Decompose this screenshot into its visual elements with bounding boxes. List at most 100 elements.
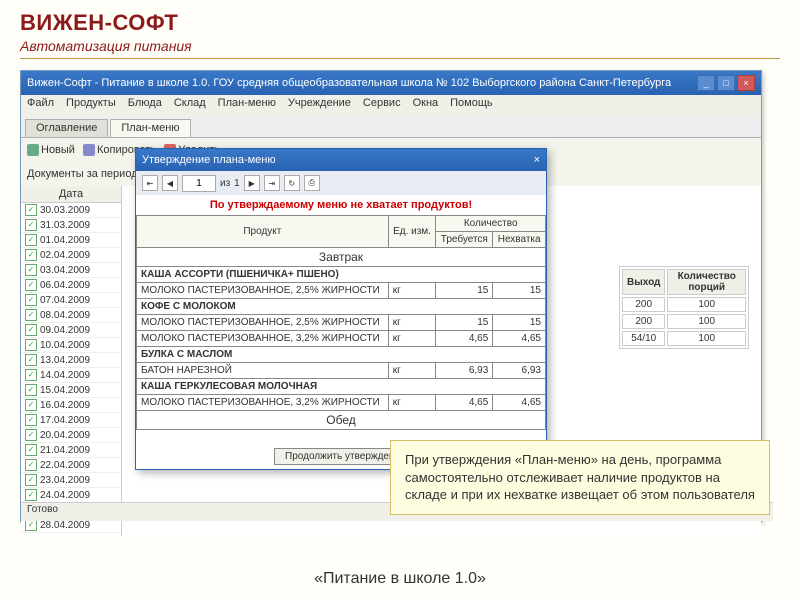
check-icon: ✓ [25, 459, 37, 471]
date-row[interactable]: ✓22.04.2009 [21, 458, 121, 473]
date-row[interactable]: ✓07.04.2009 [21, 293, 121, 308]
check-icon: ✓ [25, 444, 37, 456]
dialog-nav: ⇤ ◀ из 1 ▶ ⇥ ↻ ⎙ [136, 171, 546, 195]
print-icon[interactable]: ⎙ [304, 175, 320, 191]
date-row[interactable]: ✓30.03.2009 [21, 203, 121, 218]
check-icon: ✓ [25, 249, 37, 261]
menu-windows[interactable]: Окна [413, 97, 439, 115]
dialog-close-icon[interactable]: × [534, 154, 540, 166]
dialog-title: Утверждение плана-меню [142, 154, 276, 166]
col-required: Требуется [436, 232, 493, 248]
menu-warehouse[interactable]: Склад [174, 97, 206, 115]
date-row[interactable]: ✓03.04.2009 [21, 263, 121, 278]
info-callout: При утверждения «План-меню» на день, про… [390, 440, 770, 515]
col-output: Выход [622, 269, 665, 295]
close-icon[interactable]: × [737, 75, 755, 91]
copy-icon [83, 144, 95, 156]
divider [20, 58, 780, 59]
refresh-icon[interactable]: ↻ [284, 175, 300, 191]
date-row[interactable]: ✓08.04.2009 [21, 308, 121, 323]
check-icon: ✓ [25, 339, 37, 351]
table-row: КАША ГЕРКУЛЕСОВАЯ МОЛОЧНАЯ [137, 379, 546, 395]
dialog-table: Продукт Ед. изм. Количество Требуется Не… [136, 215, 546, 430]
menu-plan[interactable]: План-меню [218, 97, 276, 115]
maximize-icon[interactable]: □ [717, 75, 735, 91]
check-icon: ✓ [25, 354, 37, 366]
col-unit: Ед. изм. [388, 216, 436, 248]
new-button[interactable]: Новый [27, 144, 75, 156]
col-shortage: Нехватка [493, 232, 546, 248]
brand-subtitle: Автоматизация питания [0, 38, 800, 58]
last-page-icon[interactable]: ⇥ [264, 175, 280, 191]
check-icon: ✓ [25, 399, 37, 411]
date-row[interactable]: ✓15.04.2009 [21, 383, 121, 398]
menu-institution[interactable]: Учреждение [288, 97, 351, 115]
tab-contents[interactable]: Оглавление [25, 119, 108, 137]
period-label: Документы за период с: [27, 168, 149, 180]
date-header: Дата [21, 186, 121, 203]
table-row: КОФЕ С МОЛОКОМ [137, 299, 546, 315]
date-row[interactable]: ✓10.04.2009 [21, 338, 121, 353]
brand-title: ВИЖЕН-СОФТ [0, 0, 800, 38]
table-row: 54/10100 [622, 331, 746, 346]
of-label: из [220, 178, 230, 189]
table-row: МОЛОКО ПАСТЕРИЗОВАННОЕ, 3,2% ЖИРНОСТИкг4… [137, 331, 546, 347]
footer-text: «Питание в школе 1.0» [0, 570, 800, 588]
menu-dishes[interactable]: Блюда [128, 97, 162, 115]
meal-breakfast: Завтрак [137, 248, 546, 267]
summary-table: ВыходКоличество порций 200100 200100 54/… [619, 266, 749, 349]
col-portions: Количество порций [667, 269, 746, 295]
tab-plan-menu[interactable]: План-меню [110, 119, 190, 137]
check-icon: ✓ [25, 489, 37, 501]
check-icon: ✓ [25, 369, 37, 381]
titlebar: Вижен-Софт - Питание в школе 1.0. ГОУ ср… [21, 71, 761, 95]
date-row[interactable]: ✓31.03.2009 [21, 218, 121, 233]
menu-service[interactable]: Сервис [363, 97, 401, 115]
table-row: 200100 [622, 314, 746, 329]
table-row: 200100 [622, 297, 746, 312]
approve-dialog: Утверждение плана-меню × ⇤ ◀ из 1 ▶ ⇥ ↻ … [135, 148, 547, 470]
menu-products[interactable]: Продукты [66, 97, 116, 115]
date-row[interactable]: ✓21.04.2009 [21, 443, 121, 458]
table-row: БУЛКА С МАСЛОМ [137, 347, 546, 363]
date-row[interactable]: ✓09.04.2009 [21, 323, 121, 338]
meal-lunch: Обед [137, 411, 546, 430]
next-page-icon[interactable]: ▶ [244, 175, 260, 191]
date-row[interactable]: ✓02.04.2009 [21, 248, 121, 263]
check-icon: ✓ [25, 234, 37, 246]
check-icon: ✓ [25, 414, 37, 426]
window-title: Вижен-Софт - Питание в школе 1.0. ГОУ ср… [27, 77, 671, 89]
check-icon: ✓ [25, 429, 37, 441]
col-qty: Количество [436, 216, 546, 232]
check-icon: ✓ [25, 384, 37, 396]
date-row[interactable]: ✓20.04.2009 [21, 428, 121, 443]
date-row[interactable]: ✓16.04.2009 [21, 398, 121, 413]
menu-help[interactable]: Помощь [450, 97, 493, 115]
check-icon: ✓ [25, 309, 37, 321]
col-product: Продукт [137, 216, 389, 248]
check-icon: ✓ [25, 219, 37, 231]
page-input[interactable] [182, 175, 216, 192]
menubar: Файл Продукты Блюда Склад План-меню Учре… [21, 95, 761, 117]
date-row[interactable]: ✓17.04.2009 [21, 413, 121, 428]
date-row[interactable]: ✓14.04.2009 [21, 368, 121, 383]
page-total: 1 [234, 178, 240, 189]
check-icon: ✓ [25, 474, 37, 486]
date-row[interactable]: ✓13.04.2009 [21, 353, 121, 368]
first-page-icon[interactable]: ⇤ [142, 175, 158, 191]
prev-page-icon[interactable]: ◀ [162, 175, 178, 191]
warning-text: По утверждаемому меню не хватает продукт… [136, 195, 546, 215]
check-icon: ✓ [25, 264, 37, 276]
menu-file[interactable]: Файл [27, 97, 54, 115]
table-row: БАТОН НАРЕЗНОЙкг6,936,93 [137, 363, 546, 379]
date-row[interactable]: ✓01.04.2009 [21, 233, 121, 248]
date-row[interactable]: ✓24.04.2009 [21, 488, 121, 503]
new-icon [27, 144, 39, 156]
minimize-icon[interactable]: _ [697, 75, 715, 91]
check-icon: ✓ [25, 324, 37, 336]
date-row[interactable]: ✓23.04.2009 [21, 473, 121, 488]
check-icon: ✓ [25, 294, 37, 306]
date-list: Дата ✓30.03.2009✓31.03.2009✓01.04.2009✓0… [21, 186, 122, 536]
date-row[interactable]: ✓06.04.2009 [21, 278, 121, 293]
table-row: МОЛОКО ПАСТЕРИЗОВАННОЕ, 2,5% ЖИРНОСТИкг1… [137, 315, 546, 331]
